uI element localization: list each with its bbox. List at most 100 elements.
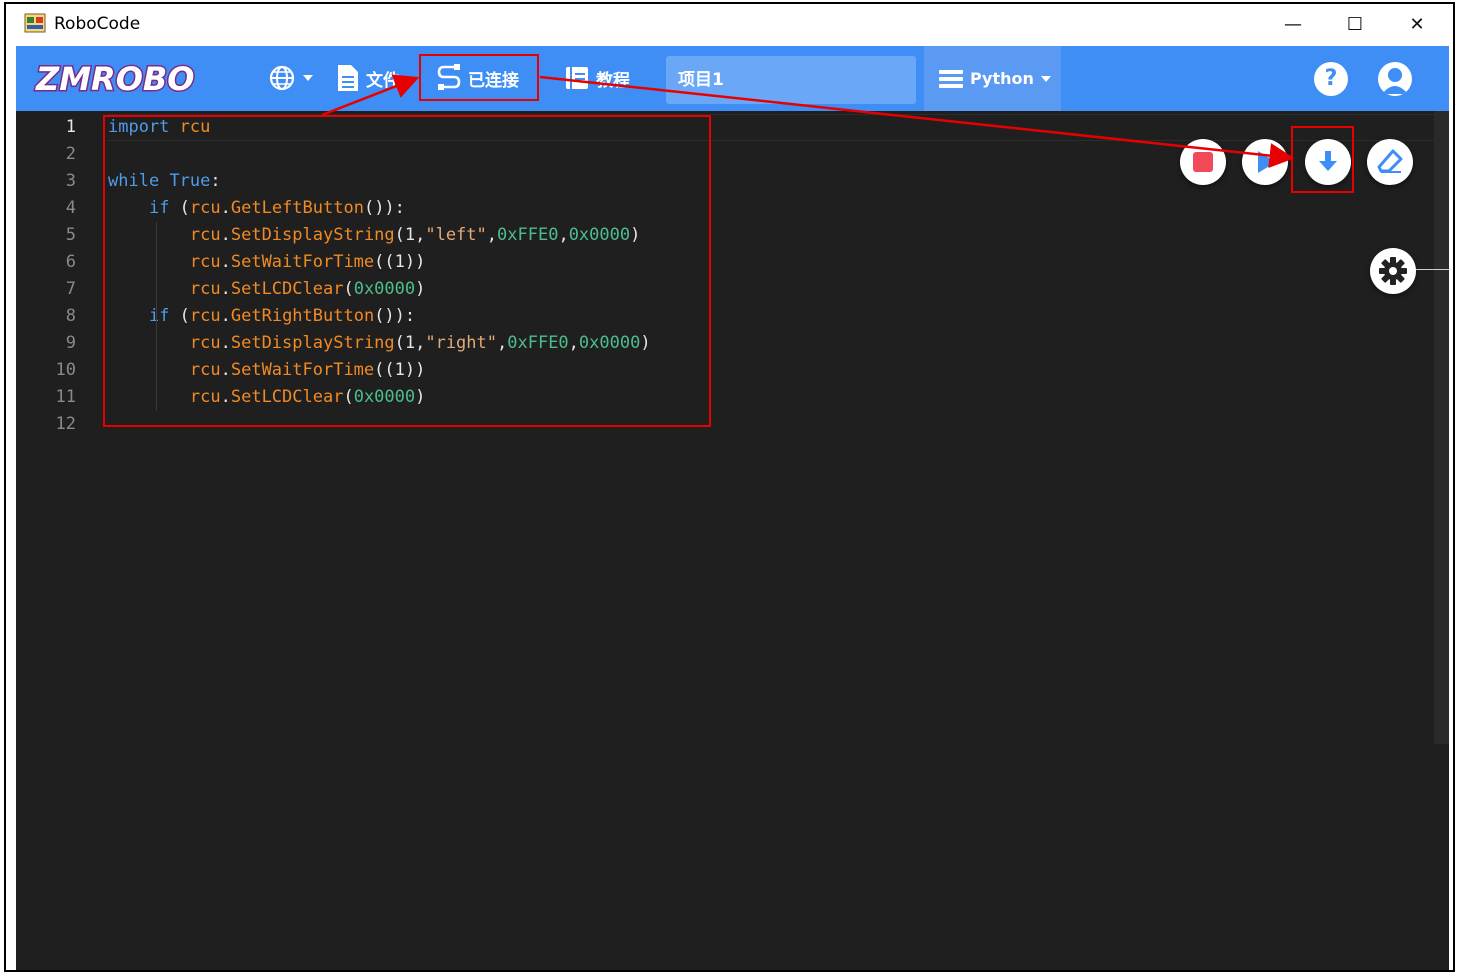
language-mode-select[interactable]: Python — [924, 46, 1061, 111]
code-token: , — [558, 225, 569, 245]
code-line[interactable]: rcu.SetDisplayString(1,"right",0xFFE0,0x… — [108, 330, 651, 357]
title-bar: RoboCode — ☐ ✕ — [6, 4, 1453, 46]
language-menu-button[interactable] — [268, 60, 314, 96]
book-icon — [566, 67, 588, 89]
code-line[interactable]: rcu.SetDisplayString(1,"left",0xFFE0,0x0… — [108, 222, 640, 249]
settings-button[interactable] — [1370, 248, 1416, 294]
code-token: . — [220, 252, 231, 272]
code-token: , — [497, 333, 508, 353]
download-icon — [1319, 151, 1337, 171]
stop-icon — [1193, 152, 1213, 172]
line-number: 1 — [65, 117, 76, 137]
code-token: rcu — [179, 117, 211, 137]
zmrobo-logo: ZMROBO — [34, 59, 196, 99]
user-icon — [1382, 68, 1408, 94]
code-token: (1, — [394, 225, 426, 245]
line-number: 7 — [65, 279, 76, 299]
code-token: ( — [169, 306, 190, 326]
connection-button[interactable]: 已连接 — [436, 60, 519, 96]
line-number: 4 — [65, 198, 76, 218]
code-token: rcu — [189, 198, 221, 218]
code-token: . — [220, 333, 231, 353]
document-icon — [338, 65, 358, 91]
code-token: True — [169, 171, 211, 191]
code-token: ( — [169, 198, 190, 218]
line-number: 11 — [55, 387, 76, 407]
vertical-scrollbar[interactable] — [1434, 111, 1449, 744]
file-menu-button[interactable]: 文件 — [336, 60, 400, 96]
code-token: rcu — [189, 387, 221, 407]
erase-button[interactable] — [1367, 139, 1413, 185]
code-line[interactable]: import rcu — [108, 114, 210, 141]
connection-status-label: 已连接 — [468, 70, 519, 91]
code-token: "right" — [425, 333, 497, 353]
close-button[interactable]: ✕ — [1394, 10, 1440, 40]
tutorial-label: 教程 — [596, 70, 630, 91]
line-number: 12 — [55, 414, 76, 434]
user-avatar-button[interactable] — [1378, 62, 1412, 96]
code-token: . — [220, 279, 231, 299]
code-token: . — [220, 225, 231, 245]
code-token: , — [568, 333, 579, 353]
code-token: rcu — [189, 252, 221, 272]
tutorial-button[interactable]: 教程 — [564, 60, 630, 96]
code-token: if — [148, 198, 170, 218]
project-name-input[interactable]: 项目1 — [666, 56, 916, 104]
code-token: . — [220, 198, 231, 218]
window-title: RoboCode — [54, 14, 141, 34]
line-number: 10 — [55, 360, 76, 380]
line-number: 6 — [65, 252, 76, 272]
logo-text: ZMROBO — [35, 60, 194, 98]
code-line[interactable]: if (rcu.GetLeftButton()): — [108, 195, 405, 222]
code-editor[interactable]: 1 2 3 4 5 6 7 8 9 10 11 12 import rcu while True: if… — [16, 111, 1449, 970]
code-line[interactable]: while True: — [108, 168, 221, 195]
app-icon — [24, 13, 46, 33]
code-token: SetWaitForTime — [230, 360, 375, 380]
stop-button[interactable] — [1180, 139, 1226, 185]
code-line[interactable]: if (rcu.GetRightButton()): — [108, 303, 415, 330]
code-token: rcu — [189, 306, 221, 326]
run-button[interactable] — [1242, 139, 1288, 185]
play-icon — [1258, 151, 1276, 173]
help-button[interactable]: ? — [1314, 62, 1348, 96]
code-token: 0x0000 — [578, 333, 641, 353]
code-token: 0x0000 — [353, 279, 416, 299]
code-token: 0x0000 — [568, 225, 631, 245]
layers-icon — [939, 69, 963, 88]
code-token: SetLCDClear — [230, 279, 344, 299]
eraser-icon — [1377, 149, 1403, 173]
code-token: . — [220, 306, 231, 326]
language-mode-label: Python — [970, 69, 1034, 88]
maximize-button[interactable]: ☐ — [1332, 10, 1378, 40]
connection-icon — [437, 64, 461, 90]
file-menu-label: 文件 — [366, 70, 400, 91]
line-number: 2 — [65, 144, 76, 164]
globe-icon — [269, 65, 295, 91]
chevron-down-icon — [1040, 75, 1051, 82]
code-token: ) — [640, 333, 651, 353]
line-number: 9 — [65, 333, 76, 353]
main-toolbar: ZMROBO 文件 已连接 教程 项目1 Python ? — [16, 46, 1449, 111]
gear-icon — [1379, 257, 1407, 285]
code-token: import — [108, 117, 170, 137]
code-token: SetWaitForTime — [230, 252, 375, 272]
minimize-button[interactable]: — — [1270, 10, 1316, 40]
code-token: ((1)) — [374, 252, 426, 272]
line-number-gutter: 1 2 3 4 5 6 7 8 9 10 11 12 — [16, 111, 96, 970]
code-token: (1, — [394, 333, 426, 353]
code-token: rcu — [189, 225, 221, 245]
code-token: rcu — [189, 333, 221, 353]
code-token: while — [108, 171, 160, 191]
code-token: GetLeftButton — [230, 198, 364, 218]
code-token: rcu — [189, 360, 221, 380]
download-button[interactable] — [1305, 139, 1351, 185]
app-window: RoboCode — ☐ ✕ ZMROBO 文件 已连接 教程 项目1 Pyth… — [4, 2, 1455, 972]
